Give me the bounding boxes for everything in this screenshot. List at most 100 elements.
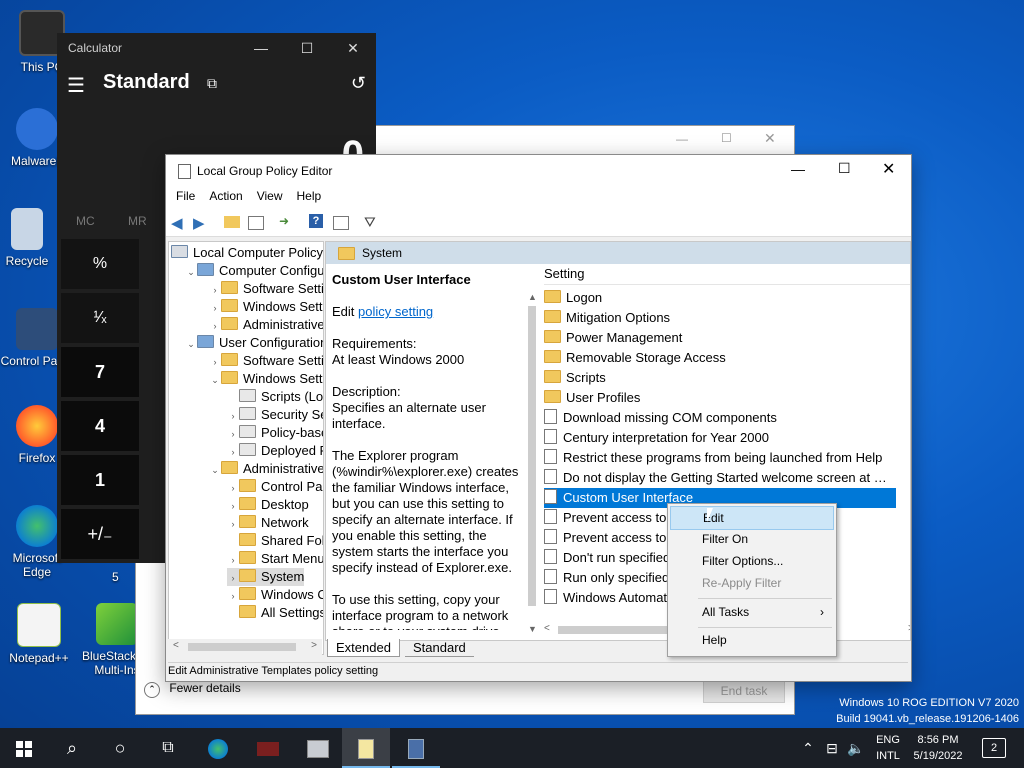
- list-item[interactable]: Restrict these programs from being launc…: [544, 448, 896, 468]
- history-icon[interactable]: ↺: [351, 73, 366, 94]
- back-arrow-icon[interactable]: ◀: [171, 214, 187, 232]
- list-item[interactable]: Download missing COM components: [544, 408, 896, 428]
- keep-on-top-icon[interactable]: ⧉: [207, 75, 217, 92]
- desktop-icon-recycle-bin[interactable]: Recycle: [0, 208, 64, 268]
- chevron-right-icon[interactable]: ›: [209, 317, 221, 335]
- tree-node[interactable]: › Control Pane: [227, 478, 323, 497]
- memory-recall-button[interactable]: MR: [128, 214, 147, 228]
- tree-node[interactable]: › Software Setting: [209, 352, 323, 370]
- list-item[interactable]: Mitigation Options: [544, 308, 896, 328]
- end-task-button[interactable]: End task: [703, 679, 785, 703]
- chevron-down-icon[interactable]: ⌄: [185, 263, 197, 281]
- digit-4-button[interactable]: 4: [61, 401, 139, 451]
- task-view-icon[interactable]: ⧉: [144, 728, 192, 768]
- fewer-details-toggle[interactable]: ⌃ Fewer details: [144, 681, 241, 698]
- help-icon[interactable]: ?: [309, 214, 323, 228]
- chevron-right-icon[interactable]: ›: [227, 515, 239, 533]
- menu-action[interactable]: Action: [202, 186, 249, 206]
- reciprocal-button[interactable]: ¹⁄ₓ: [61, 293, 139, 343]
- search-icon[interactable]: ⌕: [48, 728, 96, 768]
- gpe-taskbar-icon[interactable]: [294, 728, 342, 768]
- tree-node[interactable]: › Security Set: [227, 406, 323, 425]
- chevron-down-icon[interactable]: ⌄: [209, 371, 221, 389]
- chevron-right-icon[interactable]: ›: [227, 443, 239, 461]
- hamburger-menu-icon[interactable]: ☰: [67, 73, 85, 98]
- forward-arrow-icon[interactable]: ▶: [193, 214, 209, 232]
- export-list-icon[interactable]: ➜: [279, 214, 295, 230]
- filter-icon[interactable]: ⛛: [364, 214, 380, 230]
- percent-button[interactable]: %: [61, 239, 139, 289]
- extended-view-icon[interactable]: [333, 216, 349, 230]
- rog-taskbar-icon[interactable]: [244, 728, 292, 768]
- list-item[interactable]: Removable Storage Access: [544, 348, 896, 368]
- tree-node[interactable]: › Start Menu a: [227, 550, 323, 569]
- menu-item-all-tasks[interactable]: All Tasks ›: [670, 601, 834, 623]
- notepad-taskbar-icon-active[interactable]: [342, 728, 390, 768]
- tree-node[interactable]: Scripts (Log: [227, 388, 323, 406]
- tree-node[interactable]: › Policy-based: [227, 424, 323, 442]
- tree-node[interactable]: Shared Fold: [227, 532, 323, 550]
- chevron-right-icon[interactable]: ›: [227, 407, 239, 425]
- network-icon[interactable]: ⊟: [820, 728, 844, 768]
- menu-file[interactable]: File: [169, 186, 202, 206]
- tree-horizontal-scrollbar[interactable]: < >: [168, 639, 322, 655]
- tree-node[interactable]: › Administrative T: [209, 316, 323, 335]
- clock[interactable]: 8:56 PM 5/19/2022: [906, 732, 970, 764]
- tree-node[interactable]: ⌄ Computer Configura: [185, 262, 323, 281]
- memory-clear-button[interactable]: MC: [76, 214, 95, 228]
- tree-node[interactable]: › Desktop: [227, 496, 309, 514]
- maximize-button[interactable]: ☐: [838, 160, 851, 177]
- tree-node[interactable]: › Network: [227, 514, 309, 532]
- description-scrollbar[interactable]: ▲ ▼: [526, 292, 538, 634]
- tree-node[interactable]: ⌄ User Configuration: [185, 334, 323, 353]
- tree-node[interactable]: Local Computer Policy: [171, 244, 323, 262]
- maximize-button[interactable]: ☐: [721, 131, 732, 145]
- close-button[interactable]: ✕: [764, 130, 776, 147]
- menu-item-filter-options[interactable]: Filter Options...: [670, 550, 834, 572]
- tree-node[interactable]: ⌄ Windows Settin: [209, 370, 323, 389]
- menu-help[interactable]: Help: [290, 186, 329, 206]
- edge-taskbar-icon[interactable]: [194, 728, 242, 768]
- tab-extended[interactable]: Extended: [327, 639, 400, 657]
- list-item[interactable]: Century interpretation for Year 2000: [544, 428, 896, 448]
- menu-item-help[interactable]: Help: [670, 629, 834, 651]
- maximize-button[interactable]: ☐: [284, 33, 330, 63]
- up-folder-icon[interactable]: [224, 216, 240, 228]
- notifications-button[interactable]: 2: [982, 738, 1006, 758]
- chevron-right-icon[interactable]: ›: [209, 281, 221, 299]
- minimize-button[interactable]: —: [676, 132, 688, 146]
- tree-node[interactable]: › Windows Co: [227, 586, 323, 604]
- cortana-icon[interactable]: ○: [96, 728, 144, 768]
- column-header-setting[interactable]: Setting: [544, 264, 910, 285]
- tree-node[interactable]: › Software Setting: [209, 280, 323, 299]
- negate-button[interactable]: +/₋: [61, 509, 139, 559]
- list-item[interactable]: Scripts: [544, 368, 896, 388]
- show-hide-tree-icon[interactable]: [248, 216, 264, 230]
- chevron-down-icon[interactable]: ⌄: [209, 461, 221, 479]
- tree-node[interactable]: ⌄ Administrative T: [209, 460, 323, 479]
- close-button[interactable]: ✕: [330, 33, 376, 63]
- calculator-taskbar-icon[interactable]: [392, 728, 440, 768]
- minimize-button[interactable]: —: [238, 33, 284, 63]
- tree-node[interactable]: All Settings: [227, 604, 323, 622]
- minimize-button[interactable]: —: [791, 161, 805, 177]
- tree-node[interactable]: › System: [227, 568, 305, 586]
- chevron-right-icon[interactable]: ›: [209, 299, 221, 317]
- volume-muted-icon[interactable]: 🔈: [844, 728, 868, 768]
- chevron-right-icon[interactable]: ›: [227, 551, 239, 569]
- menu-item-edit[interactable]: Edit: [670, 506, 834, 530]
- tree-node[interactable]: › Deployed Pr: [227, 442, 323, 461]
- chevron-right-icon[interactable]: ›: [227, 479, 239, 497]
- start-button[interactable]: [0, 728, 48, 768]
- language-indicator[interactable]: ENG INTL: [872, 732, 904, 764]
- show-hidden-icons-chevron[interactable]: ⌃: [796, 728, 820, 768]
- menu-item-filter-on[interactable]: Filter On: [670, 528, 834, 550]
- list-item[interactable]: Power Management: [544, 328, 896, 348]
- tree-node[interactable]: › Windows Settin: [209, 298, 323, 317]
- digit-7-button[interactable]: 7: [61, 347, 139, 397]
- tree-pane[interactable]: Local Computer Policy ⌄ Computer Configura…: [168, 241, 324, 655]
- digit-1-button[interactable]: 1: [61, 455, 139, 505]
- list-item[interactable]: Do not display the Getting Started welco…: [544, 468, 896, 488]
- edit-policy-link[interactable]: policy setting: [358, 304, 433, 319]
- chevron-down-icon[interactable]: ⌄: [185, 335, 197, 353]
